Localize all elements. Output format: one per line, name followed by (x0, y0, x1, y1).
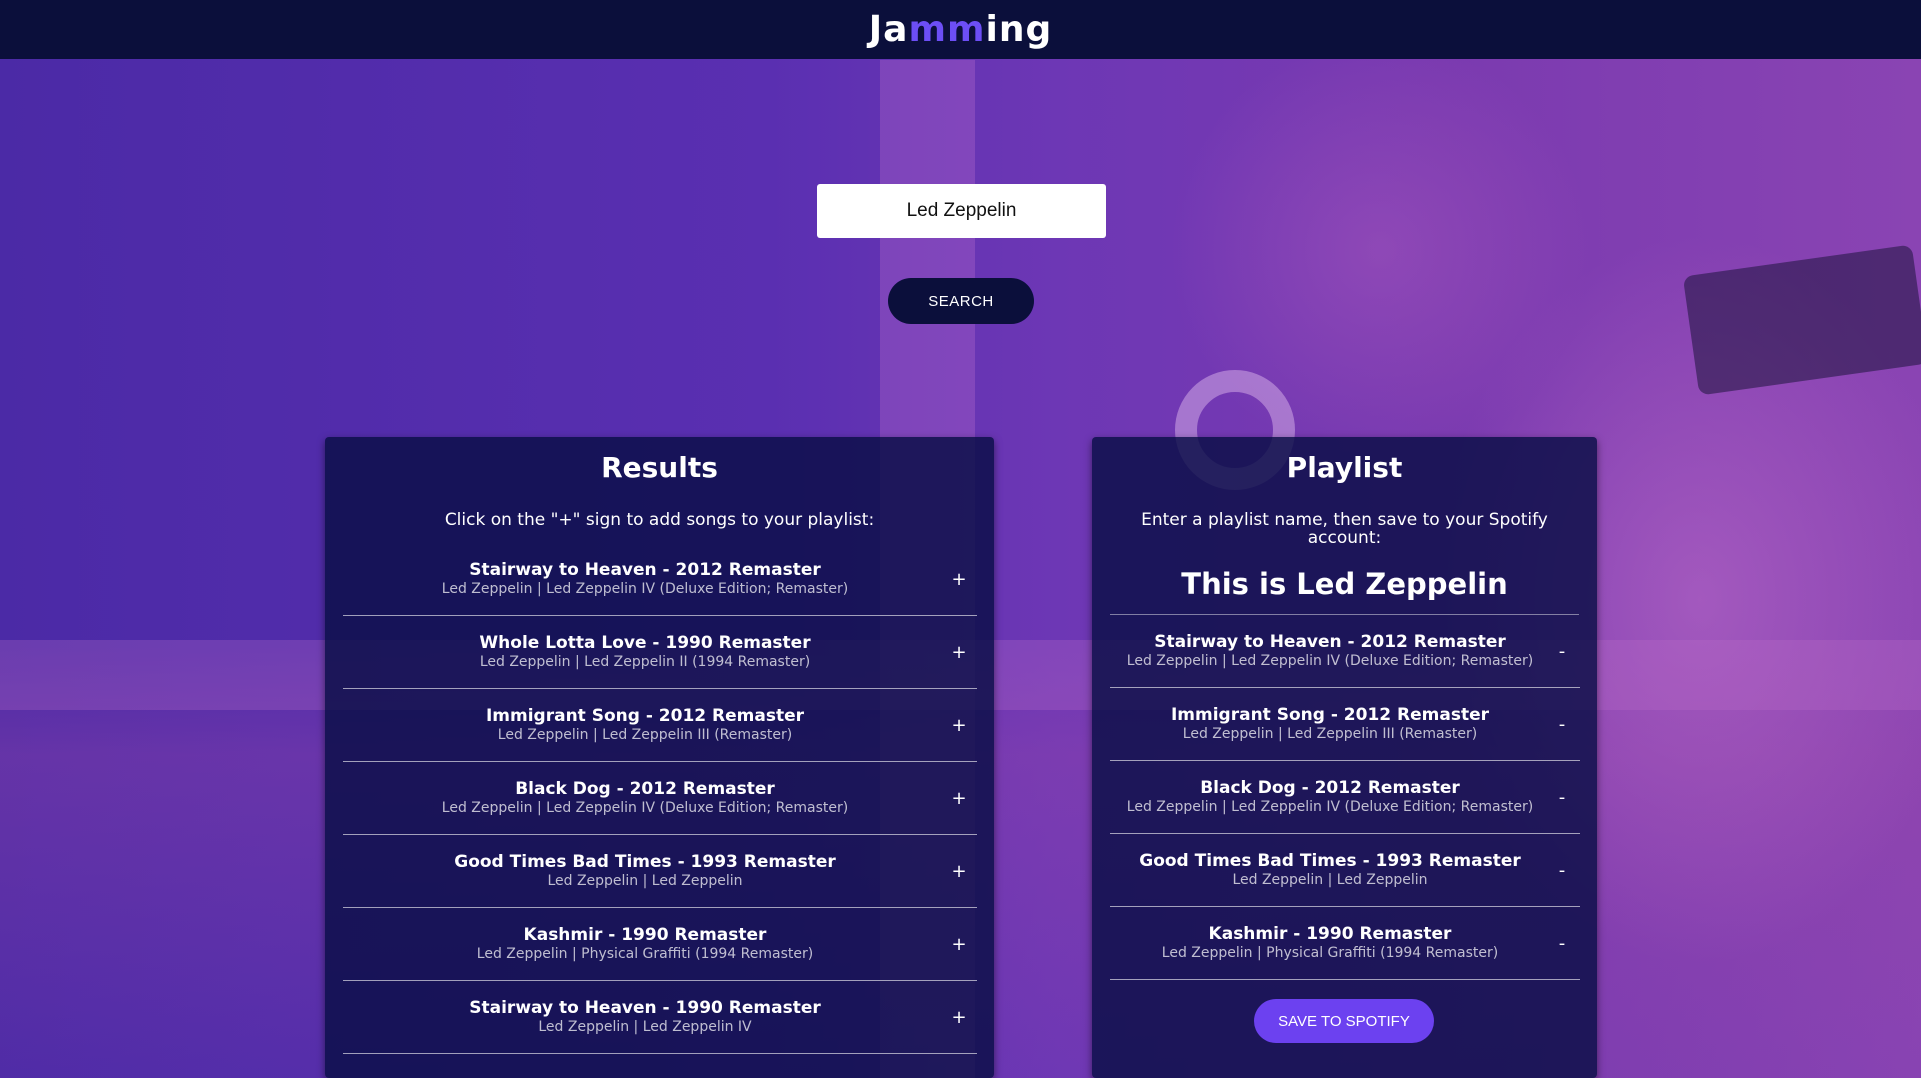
playlist-panel: Playlist Enter a playlist name, then sav… (1092, 437, 1597, 1078)
add-track-button[interactable]: + (947, 786, 971, 810)
app-header: Jamming (0, 0, 1921, 59)
track-row: Black Dog - 2012 Remaster Led Zeppelin | … (1110, 761, 1580, 834)
track-info: Good Times Bad Times - 1993 Remaster Led … (343, 852, 977, 890)
track-info: Whole Lotta Love - 1990 Remaster Led Zepp… (343, 633, 977, 671)
track-title: Stairway to Heaven - 2012 Remaster (469, 560, 821, 580)
track-row: Stairway to Heaven - 2012 Remaster Led Ze… (343, 543, 977, 616)
results-track-list: Stairway to Heaven - 2012 Remaster Led Ze… (343, 543, 977, 1054)
logo-part: ing (985, 9, 1053, 50)
track-row: Stairway to Heaven - 2012 Remaster Led Ze… (1110, 615, 1580, 688)
logo-part: Ja (868, 9, 909, 50)
app-logo: Jamming (869, 9, 1052, 50)
track-artist-album: Led Zeppelin | Led Zeppelin IV (538, 1019, 752, 1035)
track-title: Stairway to Heaven - 2012 Remaster (1154, 632, 1506, 652)
track-artist-album: Led Zeppelin | Led Zeppelin III (Remaste… (1182, 726, 1478, 742)
remove-track-button[interactable]: - (1550, 712, 1574, 736)
track-info: Immigrant Song - 2012 Remaster Led Zeppel… (343, 706, 977, 744)
remove-track-button[interactable]: - (1550, 785, 1574, 809)
track-title: Kashmir - 1990 Remaster (523, 925, 767, 945)
track-title: Immigrant Song - 2012 Remaster (485, 706, 805, 726)
add-track-button[interactable]: + (947, 1005, 971, 1029)
track-info: Black Dog - 2012 Remaster Led Zeppelin | … (1110, 778, 1580, 816)
track-info: Stairway to Heaven - 2012 Remaster Led Ze… (343, 560, 977, 598)
track-info: Good Times Bad Times - 1993 Remaster Led … (1110, 851, 1580, 889)
playlist-title: Playlist (1286, 451, 1403, 484)
search-input[interactable] (817, 184, 1106, 238)
playlist-hint: Enter a playlist name, then save to your… (1141, 510, 1548, 548)
track-title: Whole Lotta Love - 1990 Remaster (479, 633, 811, 653)
track-artist-album: Led Zeppelin | Led Zeppelin IV (Deluxe E… (1126, 653, 1534, 669)
track-title: Black Dog - 2012 Remaster (515, 779, 775, 799)
playlist-track-list: Stairway to Heaven - 2012 Remaster Led Ze… (1110, 615, 1580, 980)
track-artist-album: Led Zeppelin | Physical Graffiti (1994 R… (476, 946, 814, 962)
track-info: Immigrant Song - 2012 Remaster Led Zeppel… (1110, 705, 1580, 743)
track-row: Immigrant Song - 2012 Remaster Led Zeppel… (343, 689, 977, 762)
remove-track-button[interactable]: - (1550, 931, 1574, 955)
save-to-spotify-button[interactable]: SAVE TO SPOTIFY (1254, 999, 1434, 1043)
track-title: Good Times Bad Times - 1993 Remaster (1139, 851, 1521, 871)
track-row: Black Dog - 2012 Remaster Led Zeppelin | … (343, 762, 977, 835)
track-artist-album: Led Zeppelin | Led Zeppelin IV (Deluxe E… (441, 800, 849, 816)
track-row: Kashmir - 1990 Remaster Led Zeppelin | Ph… (1110, 907, 1580, 980)
track-artist-album: Led Zeppelin | Physical Graffiti (1994 R… (1161, 945, 1499, 961)
remove-track-button[interactable]: - (1550, 639, 1574, 663)
search-button[interactable]: SEARCH (888, 278, 1034, 324)
add-track-button[interactable]: + (947, 640, 971, 664)
remove-track-button[interactable]: - (1550, 858, 1574, 882)
track-title: Kashmir - 1990 Remaster (1208, 924, 1452, 944)
track-row: Whole Lotta Love - 1990 Remaster Led Zepp… (343, 616, 977, 689)
results-hint: Click on the "+" sign to add songs to yo… (444, 510, 875, 530)
track-row: Immigrant Song - 2012 Remaster Led Zeppel… (1110, 688, 1580, 761)
results-panel: Results Click on the "+" sign to add son… (325, 437, 994, 1078)
track-artist-album: Led Zeppelin | Led Zeppelin III (Remaste… (497, 727, 793, 743)
track-info: Stairway to Heaven - 2012 Remaster Led Ze… (1110, 632, 1580, 670)
results-title: Results (601, 451, 718, 484)
track-artist-album: Led Zeppelin | Led Zeppelin IV (Deluxe E… (441, 581, 849, 597)
add-track-button[interactable]: + (947, 713, 971, 737)
track-title: Immigrant Song - 2012 Remaster (1170, 705, 1490, 725)
track-info: Black Dog - 2012 Remaster Led Zeppelin | … (343, 779, 977, 817)
track-artist-album: Led Zeppelin | Led Zeppelin (547, 873, 743, 889)
track-title: Stairway to Heaven - 1990 Remaster (469, 998, 821, 1018)
track-row: Good Times Bad Times - 1993 Remaster Led … (1110, 834, 1580, 907)
logo-part-accent: mm (908, 9, 986, 50)
cap-band-shape (1682, 244, 1921, 396)
track-info: Kashmir - 1990 Remaster Led Zeppelin | Ph… (1110, 924, 1580, 962)
track-info: Kashmir - 1990 Remaster Led Zeppelin | Ph… (343, 925, 977, 963)
track-row: Stairway to Heaven - 1990 Remaster Led Ze… (343, 981, 977, 1054)
playlist-name-input[interactable]: This is Led Zeppelin (1110, 567, 1579, 615)
add-track-button[interactable]: + (947, 932, 971, 956)
track-artist-album: Led Zeppelin | Led Zeppelin II (1994 Rem… (479, 654, 811, 670)
track-title: Black Dog - 2012 Remaster (1200, 778, 1460, 798)
track-artist-album: Led Zeppelin | Led Zeppelin IV (Deluxe E… (1126, 799, 1534, 815)
track-artist-album: Led Zeppelin | Led Zeppelin (1232, 872, 1428, 888)
track-row: Kashmir - 1990 Remaster Led Zeppelin | Ph… (343, 908, 977, 981)
track-row: Good Times Bad Times - 1993 Remaster Led … (343, 835, 977, 908)
track-info: Stairway to Heaven - 1990 Remaster Led Ze… (343, 998, 977, 1036)
track-title: Good Times Bad Times - 1993 Remaster (454, 852, 836, 872)
add-track-button[interactable]: + (947, 567, 971, 591)
add-track-button[interactable]: + (947, 859, 971, 883)
